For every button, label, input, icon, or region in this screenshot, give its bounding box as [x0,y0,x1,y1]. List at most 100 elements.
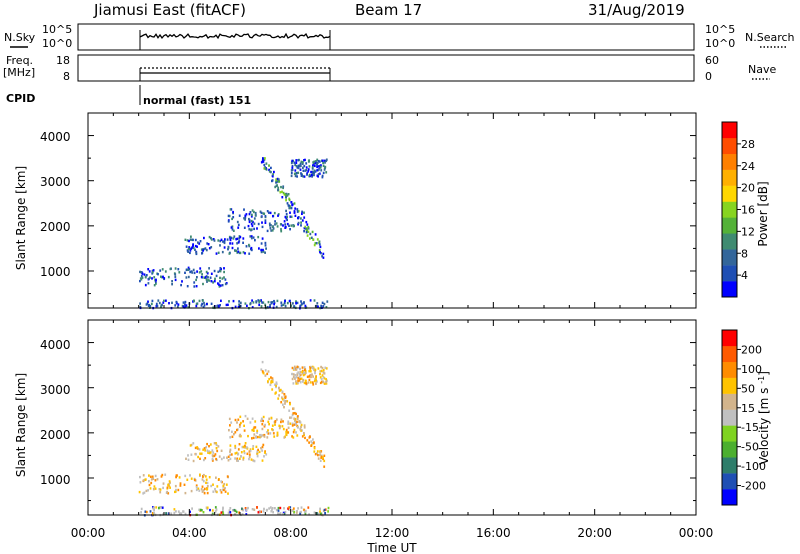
echo-cell [261,301,263,304]
echo-cell [278,386,280,390]
power-panel-frame [87,112,697,309]
echo-cell [323,168,326,171]
echo-cell [321,301,324,304]
echo-cell [282,403,284,406]
echo-cell [243,451,246,455]
echo-cell [200,488,203,491]
echo-cell [314,371,316,375]
echo-cell [324,512,326,515]
echo-cell [276,433,279,437]
echo-cell [292,382,295,385]
echo-cell [313,299,316,302]
echo-cell [272,227,275,230]
echo-cell [254,214,257,217]
echo-cell [317,159,320,163]
echo-cell [313,164,316,168]
echo-cell [265,509,268,512]
echo-cell [236,237,239,240]
echo-cell [274,507,276,510]
velocity-colorbar-bin [722,361,737,378]
echo-cell [243,208,245,211]
echo-cell [148,270,151,273]
echo-cell [231,430,233,433]
echo-cell [311,230,314,234]
echo-cell [229,238,232,242]
echo-cell [166,486,169,489]
velocity-colorbar-tick-label: -200 [741,480,766,493]
noise-tick-bottom-right: 10^0 [705,37,735,50]
echo-cell [273,435,276,438]
echo-cell [268,170,271,173]
velocity-colorbar-tick-label: 50 [741,382,755,395]
echo-cell [220,299,222,302]
echo-cell [299,381,302,384]
echo-cell [204,247,207,250]
echo-cell [237,459,239,462]
echo-cell [231,246,234,250]
echo-cell [311,170,314,173]
echo-cell [198,448,201,451]
echo-cell [300,172,302,175]
echo-cell [196,446,199,449]
echo-cell [219,489,222,492]
echo-cell [221,250,224,254]
echo-cell [207,276,209,279]
echo-cell [304,368,306,372]
echo-cell [276,225,279,228]
echo-cell [306,223,309,226]
echo-cell [292,225,295,228]
echo-cell [280,301,283,304]
echo-cell [277,506,280,510]
echo-cell [303,371,306,374]
echo-cell [195,302,198,306]
echo-cell [157,299,160,302]
echo-cell [269,211,272,215]
velocity-ytick-1000: 1000 [40,473,71,487]
echo-cell [222,506,224,509]
echo-cell [215,274,218,278]
velocity-colorbar-bin [722,473,737,490]
echo-cell [251,417,254,420]
echo-cell [325,171,328,174]
echo-cell [203,473,205,477]
echo-cell [213,442,216,445]
echo-cell [149,487,152,490]
echo-cell [290,171,293,175]
echo-cell [299,428,302,431]
echo-cell [269,506,272,509]
echo-cell [265,162,268,165]
echo-cell [204,475,207,478]
echo-cell [215,457,217,461]
echo-cell [174,490,176,494]
echo-cell [268,507,270,510]
echo-cell [301,302,303,305]
echo-cell [260,242,263,245]
power-colorbar-bin [722,265,737,282]
echo-cell [224,490,227,493]
echo-cell [311,373,313,376]
echo-cell [294,374,297,377]
echo-cell [227,303,229,306]
echo-cell [192,459,195,463]
echo-cell [177,303,180,306]
echo-cell [238,300,240,303]
echo-cell [217,282,219,285]
power-colorbar-tick-label: 24 [741,160,755,173]
echo-cell [302,378,305,382]
power-colorbar-bin [722,201,737,218]
echo-cell [212,483,214,486]
echo-cell [219,270,222,273]
echo-cell [232,210,234,214]
echo-cell [189,270,192,274]
echo-cell [193,478,196,482]
echo-cell [199,508,202,512]
echo-cell [289,211,291,214]
echo-cell [287,426,290,429]
echo-cell [286,301,289,305]
nave-tick-bottom: 0 [705,70,712,83]
velocity-colorbar-label-text: Velocity [m s [757,388,771,465]
echo-cell [221,277,224,280]
power-colorbar-bin [722,185,737,202]
echo-cell [163,277,166,280]
power-ytick-4000: 4000 [40,130,71,144]
